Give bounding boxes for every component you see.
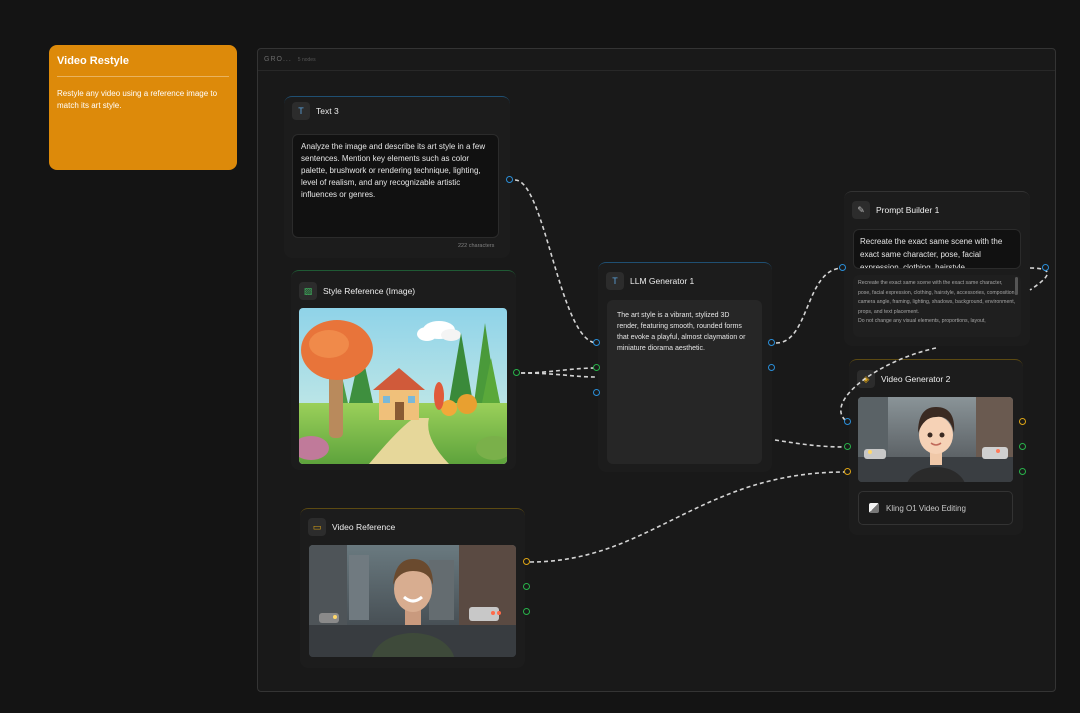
node-header: T LLM Generator 1 [598,263,772,299]
video-gen-output-port-3[interactable] [1019,468,1026,475]
text-icon: T [606,272,624,290]
text-3-output-port[interactable] [506,176,513,183]
llm-output-port[interactable] [768,339,775,346]
char-count: 222 characters [458,243,495,249]
video-gen-video-port[interactable] [844,468,851,475]
video-gen-output-port-2[interactable] [1019,443,1026,450]
video-reference-output-port[interactable] [523,558,530,565]
model-select[interactable]: Kling O1 Video Editing [858,491,1013,525]
style-reference-output-port[interactable] [513,369,520,376]
video-reference-thumbnail[interactable] [309,545,516,657]
note-description: Restyle any video using a reference imag… [57,89,218,110]
preview-scrollbar[interactable] [1015,277,1018,295]
llm-output-port-2[interactable] [768,364,775,371]
video-reference-output-port-3[interactable] [523,608,530,615]
node-header: ▭ Video Reference [300,509,525,545]
style-reference-image [299,308,507,464]
prompt-builder-input-port[interactable] [839,264,846,271]
video-reference-output-port-2[interactable] [523,583,530,590]
group-header[interactable]: GRO... 5 nodes [258,49,1055,71]
video-gen-prompt-port[interactable] [844,418,851,425]
node-title: Video Generator 2 [881,374,951,384]
llm-input-extra-port[interactable] [593,389,600,396]
image-icon: ▨ [299,282,317,300]
llm-input-prompt-port[interactable] [593,339,600,346]
layers-icon: ◈ [857,370,875,388]
prompt-preview[interactable]: Recreate the exact same scene with the e… [853,275,1021,337]
video-gen-output-port[interactable] [1019,418,1026,425]
text-icon: T [292,102,310,120]
edit-icon: ✎ [852,201,870,219]
llm-output[interactable]: The art style is a vibrant, stylized 3D … [607,300,762,464]
group-node-count: 5 nodes [297,56,316,63]
note-card[interactable]: Video Restyle Restyle any video using a … [49,45,237,170]
video-gen-image-port[interactable] [844,443,851,450]
prompt-builder-output-port[interactable] [1042,264,1049,271]
node-header: ▨ Style Reference (Image) [291,271,516,311]
node-header: ✎ Prompt Builder 1 [844,192,1030,228]
node-title: LLM Generator 1 [630,276,695,286]
group-label: GRO... [264,56,292,63]
node-title: Style Reference (Image) [323,286,416,296]
note-title: Video Restyle [57,55,229,77]
kling-logo-icon [869,503,879,513]
node-header: T Text 3 [284,97,510,125]
video-icon: ▭ [308,518,326,536]
node-title: Video Reference [332,522,396,532]
prompt-template-input[interactable]: Recreate the exact same scene with the e… [853,229,1021,269]
video-generator-output[interactable] [858,397,1013,482]
llm-input-image-port[interactable] [593,364,600,371]
text-3-input[interactable]: Analyze the image and describe its art s… [292,134,499,238]
node-title: Text 3 [316,106,339,116]
node-header: ◈ Video Generator 2 [849,360,1023,398]
node-title: Prompt Builder 1 [876,205,940,215]
model-name: Kling O1 Video Editing [886,503,966,513]
